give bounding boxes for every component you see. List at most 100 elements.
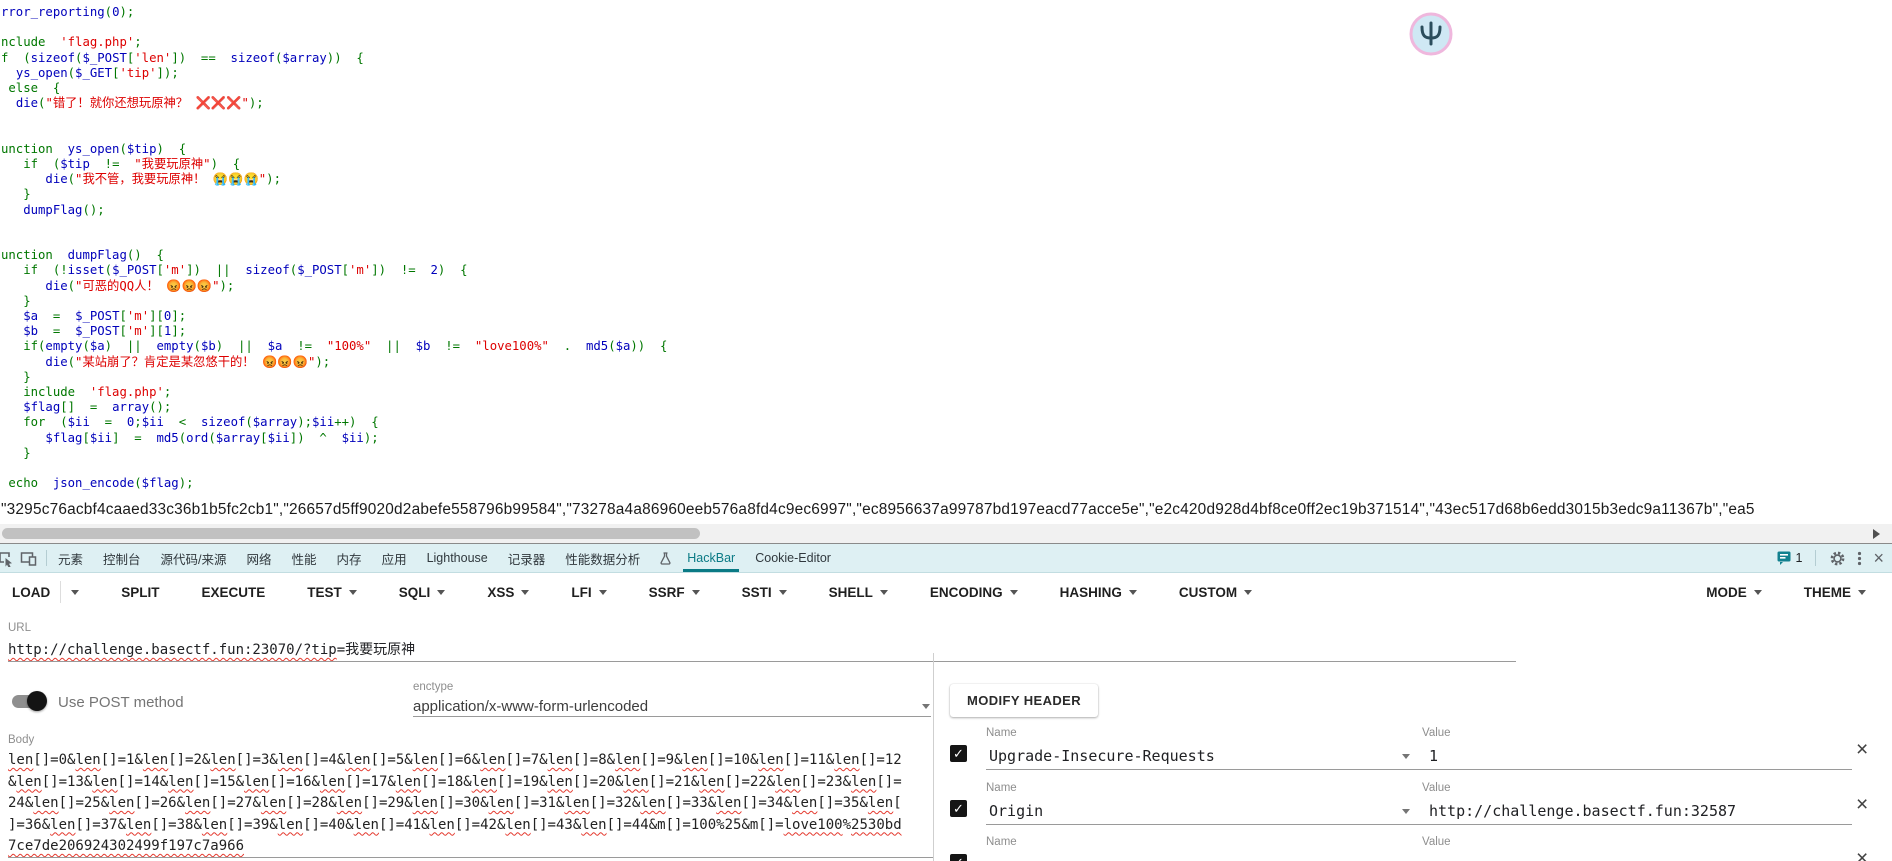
hackbar-menu-custom[interactable]: CUSTOM: [1179, 585, 1252, 600]
inspect-element-icon[interactable]: [0, 550, 14, 567]
header-value-input[interactable]: http://challenge.basectf.fun:32587: [1429, 802, 1736, 820]
code-line: dumpFlag();: [1, 203, 667, 218]
hackbar-menu-load[interactable]: LOAD: [12, 581, 79, 603]
header-name-input[interactable]: Origin: [989, 802, 1043, 820]
settings-gear-icon[interactable]: [1829, 550, 1846, 567]
header-enabled-checkbox[interactable]: ✓: [950, 854, 967, 861]
console-message-badge[interactable]: 1: [1777, 551, 1803, 565]
code-line: f (sizeof($_POST['len']) == sizeof($arra…: [1, 51, 667, 66]
menu-label: SHELL: [829, 585, 873, 600]
header-enabled-checkbox[interactable]: ✓: [950, 800, 967, 817]
code-line: die("某站崩了？肯定是某忽悠干的！ 😡😡😡");: [1, 355, 667, 370]
menu-label: LFI: [571, 585, 591, 600]
php-source-code: rror_reporting(0); nclude 'flag.php';f (…: [1, 5, 667, 492]
chevron-down-icon[interactable]: [599, 590, 607, 595]
code-line: for ($ii = 0;$ii < sizeof($array);$ii++)…: [1, 415, 667, 430]
header-enabled-checkbox[interactable]: ✓: [950, 745, 967, 762]
chevron-down-icon[interactable]: [1010, 590, 1018, 595]
hackbar-menu-shell[interactable]: SHELL: [829, 585, 888, 600]
use-post-toggle-thumb[interactable]: [27, 691, 47, 711]
hackbar-menu-split[interactable]: SPLIT: [121, 585, 159, 600]
header-name-dropdown-icon[interactable]: [1402, 809, 1410, 814]
devtools-tab--[interactable]: 控制台: [101, 542, 143, 575]
header-name-input[interactable]: Upgrade-Insecure-Requests: [989, 747, 1215, 765]
devtools-tab--[interactable]: 内存: [335, 542, 364, 575]
code-line: rror_reporting(0);: [1, 5, 667, 20]
header-value-label: Value: [1422, 836, 1451, 848]
chevron-down-icon[interactable]: [521, 590, 529, 595]
chevron-down-icon[interactable]: [779, 590, 787, 595]
menu-label: HASHING: [1060, 585, 1122, 600]
url-field-label: URL: [8, 622, 31, 634]
menu-label: XSS: [487, 585, 514, 600]
modify-header-button[interactable]: MODIFY HEADER: [950, 684, 1098, 717]
hackbar-menubar: LOAD SPLIT EXECUTE TEST SQLI XSS LFI SSRF SSTI SH…: [0, 574, 1892, 610]
devtools-tab-cookie-editor[interactable]: Cookie-Editor: [753, 544, 833, 572]
chevron-down-icon[interactable]: [692, 590, 700, 595]
devtools-tab--[interactable]: 元素: [56, 542, 85, 575]
devtools-tab--[interactable]: 记录器: [506, 542, 548, 575]
devtools-tab--[interactable]: 性能: [290, 542, 319, 575]
chevron-down-icon[interactable]: [1858, 590, 1866, 595]
devtools-tab--[interactable]: 源代码/来源: [159, 542, 229, 575]
chevron-down-icon[interactable]: [71, 590, 79, 595]
chevron-down-icon[interactable]: [437, 590, 445, 595]
body-textarea[interactable]: len[]=0&len[]=1&len[]=2&len[]=3&len[]=4&…: [8, 750, 938, 858]
menu-label: SPLIT: [121, 585, 159, 600]
hackbar-menu-execute[interactable]: EXECUTE: [202, 585, 266, 600]
hackbar-menu-test[interactable]: TEST: [307, 585, 357, 600]
hackbar-menu-encoding[interactable]: ENCODING: [930, 585, 1018, 600]
code-line: $flag[$ii] = md5(ord($array[$ii]) ^ $ii)…: [1, 431, 667, 446]
hackbar-menu-hashing[interactable]: HASHING: [1060, 585, 1137, 600]
device-toolbar-icon[interactable]: [20, 550, 37, 567]
close-devtools-icon[interactable]: ×: [1873, 549, 1884, 567]
devtools-tab-lighthouse[interactable]: Lighthouse: [425, 544, 490, 572]
url-input[interactable]: http://challenge.basectf.fun:23070/?tip=…: [8, 639, 415, 659]
page-horizontal-scrollbar[interactable]: [0, 524, 1892, 543]
hackbar-menu-lfi[interactable]: LFI: [571, 585, 606, 600]
header-name-label: Name: [986, 727, 1017, 739]
menu-label: EXECUTE: [202, 585, 266, 600]
enctype-select[interactable]: application/x-www-form-urlencoded: [413, 698, 648, 715]
header-value-label: Value: [1422, 727, 1451, 739]
header-name-underline: [986, 824, 1426, 825]
hackbar-menu-mode[interactable]: MODE: [1706, 585, 1762, 600]
code-line: unction dumpFlag() {: [1, 248, 667, 263]
hackbar-menu-ssrf[interactable]: SSRF: [649, 585, 700, 600]
browser-devtools-window: rror_reporting(0); nclude 'flag.php';f (…: [0, 0, 1892, 861]
hackbar-menu-ssti[interactable]: SSTI: [742, 585, 787, 600]
chevron-down-icon[interactable]: [1129, 590, 1137, 595]
code-line: [1, 233, 667, 248]
hackbar-menu-theme[interactable]: THEME: [1804, 585, 1866, 600]
hackbar-menu-xss[interactable]: XSS: [487, 585, 529, 600]
code-line: [1, 111, 667, 126]
body-underline: [8, 857, 933, 858]
header-value-input[interactable]: 1: [1429, 747, 1438, 765]
scrollbar-right-arrow-icon[interactable]: [1873, 529, 1880, 539]
devtools-tab-hackbar[interactable]: HackBar: [685, 544, 737, 572]
code-line: die("我不管，我要玩原神！ 😭😭😭");: [1, 172, 667, 187]
chevron-down-icon[interactable]: [1244, 590, 1252, 595]
scrollbar-thumb[interactable]: [2, 528, 700, 539]
devtools-tab--[interactable]: 性能数据分析: [563, 542, 642, 575]
chevron-down-icon[interactable]: [349, 590, 357, 595]
remove-header-icon[interactable]: ×: [1856, 739, 1868, 760]
menu-label: THEME: [1804, 585, 1851, 600]
devtools-tab--[interactable]: 应用: [380, 542, 409, 575]
header-name-underline: [986, 769, 1426, 770]
use-post-label: Use POST method: [58, 694, 184, 711]
body-field-label: Body: [8, 734, 34, 746]
chevron-down-icon[interactable]: [1754, 590, 1762, 595]
enctype-dropdown-icon[interactable]: [922, 704, 930, 709]
menu-label: SSRF: [649, 585, 685, 600]
header-name-dropdown-icon[interactable]: [1402, 754, 1410, 759]
chevron-down-icon[interactable]: [880, 590, 888, 595]
devtools-tab--[interactable]: 网络: [245, 542, 274, 575]
site-logo-icon: [1408, 11, 1454, 57]
remove-header-icon[interactable]: ×: [1856, 794, 1868, 815]
remove-header-icon[interactable]: ×: [1856, 848, 1868, 861]
hackbar-menu-sqli[interactable]: SQLI: [399, 585, 446, 600]
kebab-menu-icon[interactable]: [1857, 550, 1862, 567]
code-line: $flag[] = array();: [1, 400, 667, 415]
console-message-count: 1: [1796, 551, 1803, 565]
